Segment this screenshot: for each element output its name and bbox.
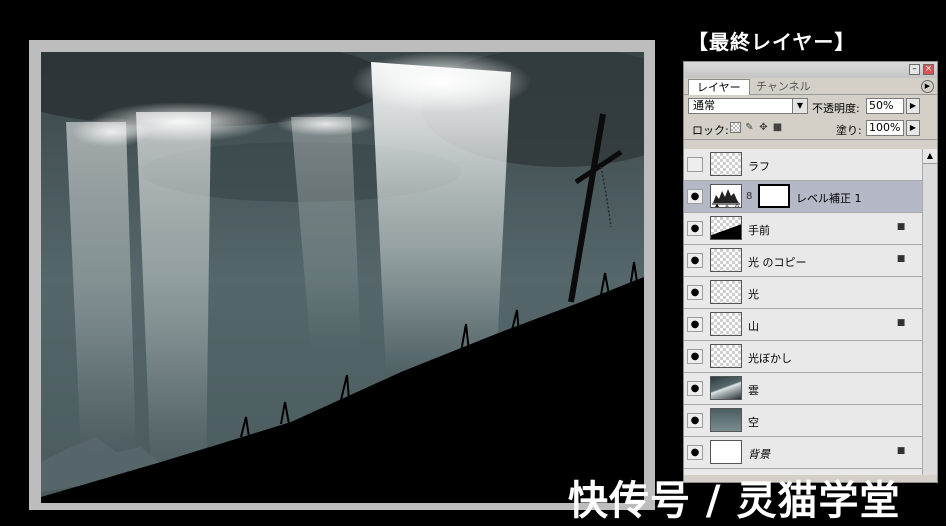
layer-name: 光 のコピー bbox=[748, 256, 807, 269]
layer-thumbnail bbox=[710, 152, 742, 176]
layer-thumbnail bbox=[710, 344, 742, 368]
eye-icon[interactable]: ● bbox=[687, 221, 703, 236]
tab-layers[interactable]: レイヤー bbox=[688, 79, 750, 95]
lock-icon: ■ bbox=[896, 446, 906, 456]
eye-icon[interactable]: ● bbox=[687, 349, 703, 364]
chain-icon[interactable]: 8 bbox=[746, 191, 752, 202]
layer-list: ● ラフ ● 8 レベル補正 1 ● 手前 bbox=[684, 149, 922, 475]
opacity-label: 不透明度: bbox=[812, 102, 860, 115]
eye-icon[interactable]: ● bbox=[687, 381, 703, 396]
lock-label: ロック: bbox=[692, 124, 729, 137]
layer-mask-thumbnail[interactable] bbox=[758, 184, 790, 208]
tab-row: レイヤー チャンネル ▶ bbox=[684, 78, 937, 95]
layer-row[interactable]: ● 光 のコピー ■ bbox=[684, 245, 922, 277]
layer-name: 光 bbox=[748, 288, 759, 301]
layer-thumbnail bbox=[710, 376, 742, 400]
layer-thumbnail bbox=[710, 248, 742, 272]
layer-row[interactable]: ● 8 レベル補正 1 bbox=[684, 181, 922, 213]
layer-row[interactable]: ● 山 ■ bbox=[684, 309, 922, 341]
layer-name: 光ぼかし bbox=[748, 352, 792, 365]
lock-row: ロック: ✎ ✥ ■ 塗り: 100% ▶ bbox=[684, 117, 937, 140]
document-canvas-frame bbox=[29, 40, 655, 510]
artwork-image[interactable] bbox=[41, 52, 644, 503]
layer-scrollbar[interactable]: ▲ bbox=[922, 149, 937, 475]
layer-name: 空 bbox=[748, 416, 759, 429]
eye-icon[interactable]: ● bbox=[687, 253, 703, 268]
lock-paint-brush-icon[interactable]: ✎ bbox=[744, 122, 755, 133]
layer-name: 雲 bbox=[748, 384, 759, 397]
layer-name: 山 bbox=[748, 320, 759, 333]
eye-icon[interactable]: ● bbox=[687, 413, 703, 428]
lock-icon: ■ bbox=[896, 318, 906, 328]
cloud-glow bbox=[351, 52, 531, 112]
panel-heading: 【最終レイヤー】 bbox=[688, 30, 856, 54]
lock-icon: ■ bbox=[896, 254, 906, 264]
layer-thumbnail bbox=[710, 216, 742, 240]
blend-mode-select[interactable]: 通常 ▼ bbox=[688, 98, 808, 114]
layer-thumbnail bbox=[710, 280, 742, 304]
layer-row[interactable]: ● ラフ bbox=[684, 149, 922, 181]
layer-row[interactable]: ● 空 bbox=[684, 405, 922, 437]
levels-adjustment-icon bbox=[710, 184, 742, 208]
eye-icon[interactable]: ● bbox=[687, 445, 703, 460]
layer-row[interactable]: ● 手前 ■ bbox=[684, 213, 922, 245]
layer-thumbnail bbox=[710, 408, 742, 432]
layer-name: 手前 bbox=[748, 224, 770, 237]
fill-slider-arrow-icon[interactable]: ▶ bbox=[906, 120, 920, 136]
blend-mode-value: 通常 bbox=[693, 99, 715, 112]
tab-channels[interactable]: チャンネル bbox=[748, 79, 819, 94]
minimize-button[interactable]: – bbox=[909, 64, 920, 75]
close-button[interactable]: × bbox=[923, 64, 934, 75]
lock-all-icon[interactable]: ■ bbox=[772, 122, 783, 133]
eye-icon[interactable]: ● bbox=[687, 189, 703, 204]
lock-position-move-icon[interactable]: ✥ bbox=[758, 122, 769, 133]
cloud-glow bbox=[276, 112, 376, 136]
eye-icon[interactable]: ● bbox=[687, 285, 703, 300]
opacity-field[interactable]: 50% bbox=[866, 98, 904, 114]
layer-row[interactable]: ● 背景 ■ bbox=[684, 437, 922, 469]
cloud-glow bbox=[71, 117, 151, 147]
layer-row[interactable]: ● 雲 bbox=[684, 373, 922, 405]
lock-icon: ■ bbox=[896, 222, 906, 232]
blend-row: 通常 ▼ 不透明度: 50% ▶ bbox=[684, 95, 937, 117]
opacity-slider-arrow-icon[interactable]: ▶ bbox=[906, 98, 920, 114]
layers-palette: – × レイヤー チャンネル ▶ 通常 ▼ 不透明度: 50% ▶ ロック: ✎… bbox=[683, 61, 938, 483]
fill-label: 塗り: bbox=[836, 124, 862, 137]
layer-name: レベル補正 1 bbox=[796, 192, 862, 205]
layer-thumbnail bbox=[710, 440, 742, 464]
layer-name: ラフ bbox=[748, 160, 770, 173]
chevron-down-icon[interactable]: ▼ bbox=[792, 99, 807, 113]
lock-transparency-icon[interactable] bbox=[730, 122, 741, 133]
palette-menu-icon[interactable]: ▶ bbox=[921, 80, 934, 93]
eye-icon[interactable]: ● bbox=[687, 317, 703, 332]
eye-icon[interactable]: ● bbox=[687, 157, 703, 172]
fill-field[interactable]: 100% bbox=[866, 120, 904, 136]
watermark: 快传号 / 灵猫学堂 bbox=[568, 478, 901, 524]
scroll-up-icon[interactable]: ▲ bbox=[923, 149, 937, 164]
layer-row[interactable]: ● 光 bbox=[684, 277, 922, 309]
layer-row[interactable]: ● 光ぼかし bbox=[684, 341, 922, 373]
layer-name: 背景 bbox=[748, 448, 770, 461]
layer-thumbnail bbox=[710, 312, 742, 336]
palette-titlebar[interactable]: – × bbox=[684, 62, 937, 78]
